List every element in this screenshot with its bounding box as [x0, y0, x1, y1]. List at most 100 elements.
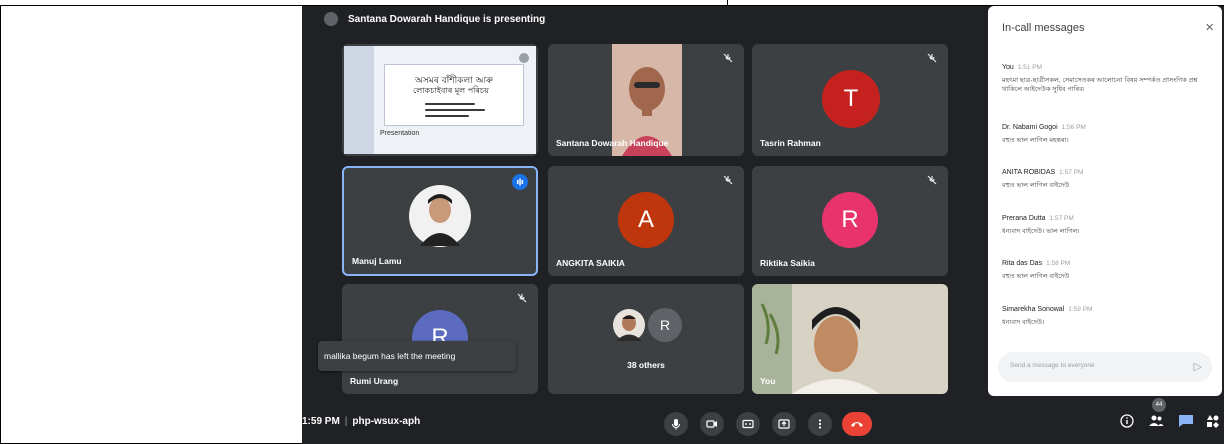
- slide-thumbnails: [344, 46, 374, 154]
- tile-rumi[interactable]: R Rumi Urang: [342, 284, 538, 394]
- message-sender: Dr. Nabami Gogoi: [1002, 124, 1058, 131]
- meeting-details-button[interactable]: [1120, 414, 1134, 433]
- chat-button[interactable]: [1178, 414, 1194, 433]
- presenting-text: Santana Dowarah Handique is presenting: [348, 13, 546, 25]
- pin-icon[interactable]: [518, 52, 530, 64]
- message-time: 1:58 PM: [1046, 260, 1071, 267]
- message-sender: Simarekha Sonowal: [1002, 306, 1065, 313]
- chat-message: Rita das Das 1:58 PM বহুত ভাল লাগিল বাইদে…: [1002, 252, 1214, 281]
- left-meeting-toast: mallika begum has left the meeting: [318, 341, 516, 371]
- chat-message: Simarekha Sonowal 1:59 PM ধন্যবাদ বাইদেউ।: [1002, 298, 1214, 327]
- mic-button[interactable]: [664, 412, 688, 436]
- message-text: বহুত ভাল লাগিল বাইদেউ: [1002, 273, 1070, 280]
- control-bar: 1:59 PM | php-wsux-aph 44: [302, 398, 1224, 444]
- captions-icon: [742, 419, 754, 429]
- others-avatar-photo: [613, 309, 645, 341]
- participant-name: ANGKITA SAIKIA: [556, 258, 625, 268]
- slide-title-line-2: লোকচাইবাৰ মূল পৰিচয়: [413, 86, 489, 95]
- camera-button[interactable]: [700, 412, 724, 436]
- message-sender: Prerana Dutta: [1002, 215, 1046, 222]
- message-text: বহুত ভাল লাগিল বাইদেউ: [1002, 182, 1070, 189]
- tile-manuj[interactable]: Manuj Lamu: [342, 166, 538, 276]
- message-sender: Rita das Das: [1002, 260, 1043, 267]
- message-sender: You: [1002, 64, 1014, 71]
- presentation-slide: অসমৰ বাঁশীকলা আৰু লোকচাইবাৰ মূল পৰিচয় P…: [344, 46, 536, 154]
- outer-frame-divider: [727, 0, 728, 6]
- chat-message: Prerana Dutta 1:57 PM ধন্যবাদ বাইদেউ। ভাল…: [1002, 207, 1214, 236]
- message-text: ধন্যবাদ বাইদেউ। ভাল লাগিল।: [1002, 228, 1080, 235]
- slide-text-line: [425, 115, 469, 117]
- mic-off-icon: [517, 293, 527, 303]
- message-time: 1:56 PM: [1061, 124, 1086, 131]
- meeting-info: 1:59 PM | php-wsux-aph: [302, 416, 420, 427]
- message-sender: ANITA ROBIDAS: [1002, 169, 1056, 176]
- meeting-code: php-wsux-aph: [352, 416, 421, 427]
- chat-panel: In-call messages × You 1:51 PM মহৎমা ছাত্…: [988, 6, 1222, 396]
- activities-icon: [1207, 415, 1219, 428]
- send-icon[interactable]: ▷: [1194, 360, 1202, 373]
- more-options-button[interactable]: [808, 412, 832, 436]
- message-time: 1:57 PM: [1059, 169, 1084, 176]
- tile-angkita[interactable]: A ANGKITA SAIKIA: [548, 166, 744, 276]
- captions-button[interactable]: [736, 412, 760, 436]
- chat-input[interactable]: Send a message to everyone ▷: [998, 352, 1212, 382]
- more-vert-icon: [818, 419, 822, 429]
- leave-call-button[interactable]: [842, 412, 872, 436]
- chat-message: ANITA ROBIDAS 1:57 PM বহুত ভাল লাগিল বাইদ…: [1002, 161, 1214, 190]
- chat-message: Dr. Nabami Gogoi 1:56 PM বহুত ভাল লাগিল ম…: [1002, 116, 1214, 145]
- mic-off-icon: [723, 175, 733, 185]
- chat-icon: [1179, 415, 1193, 427]
- participant-name: Riktika Saikia: [760, 258, 815, 268]
- manuj-avatar: [409, 185, 471, 247]
- message-time: 1:51 PM: [1017, 64, 1043, 71]
- chat-message: You 1:51 PM মহৎমা ছাত্ৰ-ছাত্ৰীসকল, সেমাসে…: [1002, 56, 1214, 94]
- self-video: [752, 284, 948, 394]
- slide-text-line: [425, 103, 475, 105]
- others-label: 38 others: [627, 360, 665, 370]
- participant-name: Santana Dowarah Handique: [556, 138, 669, 148]
- avatar: A: [618, 192, 674, 248]
- participant-name: Tasrin Rahman: [760, 138, 821, 148]
- hang-up-icon: [851, 422, 863, 427]
- avatar: T: [822, 70, 880, 128]
- message-text: ধন্যবাদ বাইদেউ।: [1002, 319, 1045, 326]
- activities-button[interactable]: [1206, 414, 1220, 433]
- mic-off-icon: [927, 53, 937, 63]
- close-icon[interactable]: ×: [1205, 19, 1214, 36]
- meet-window: Santana Dowarah Handique is presenting অ…: [302, 6, 1224, 444]
- participant-name: Rumi Urang: [350, 376, 399, 386]
- present-button[interactable]: [772, 412, 796, 436]
- presenting-banner[interactable]: Santana Dowarah Handique is presenting: [302, 6, 982, 32]
- tile-others[interactable]: R 38 others: [548, 284, 744, 394]
- chat-title: In-call messages: [1002, 22, 1085, 34]
- people-button[interactable]: [1148, 414, 1164, 433]
- participants-count-badge: 44: [1152, 398, 1166, 412]
- avatar: R: [822, 192, 878, 248]
- mic-icon: [672, 419, 680, 430]
- people-icon: [1149, 415, 1164, 426]
- message-text: বহুত ভাল লাগিল মহন্তৰা।: [1002, 137, 1069, 144]
- info-icon: [1120, 414, 1134, 428]
- slide-content: অসমৰ বাঁশীকলা আৰু লোকচাইবাৰ মূল পৰিচয়: [384, 64, 524, 126]
- speaking-indicator-icon: [512, 174, 528, 190]
- participant-name: You: [760, 376, 776, 386]
- separator: |: [344, 416, 348, 427]
- tile-you[interactable]: You: [752, 284, 948, 394]
- outer-frame-top: [0, 0, 1224, 6]
- mic-off-icon: [927, 175, 937, 185]
- slide-text-line: [425, 109, 485, 111]
- screen: Santana Dowarah Handique is presenting অ…: [0, 0, 1224, 444]
- participant-name: Manuj Lamu: [352, 256, 402, 266]
- chat-input-placeholder: Send a message to everyone: [1010, 362, 1095, 369]
- mic-off-icon: [723, 53, 733, 63]
- present-icon: [778, 419, 790, 429]
- meeting-time: 1:59 PM: [302, 416, 340, 427]
- presenter-caption: Presentation: [380, 130, 420, 137]
- others-avatar-initial: R: [648, 308, 682, 342]
- tile-tasrin[interactable]: T Tasrin Rahman: [752, 44, 948, 156]
- message-text: মহৎমা ছাত্ৰ-ছাত্ৰীসকল, সেমাসেতকৰ আলোচনা …: [1002, 77, 1198, 93]
- tile-riktika[interactable]: R Riktika Saikia: [752, 166, 948, 276]
- camera-icon: [706, 420, 717, 428]
- tile-presentation[interactable]: অসমৰ বাঁশীকলা আৰু লোকচাইবাৰ মূল পৰিচয় P…: [342, 44, 538, 156]
- tile-santana[interactable]: Santana Dowarah Handique: [548, 44, 744, 156]
